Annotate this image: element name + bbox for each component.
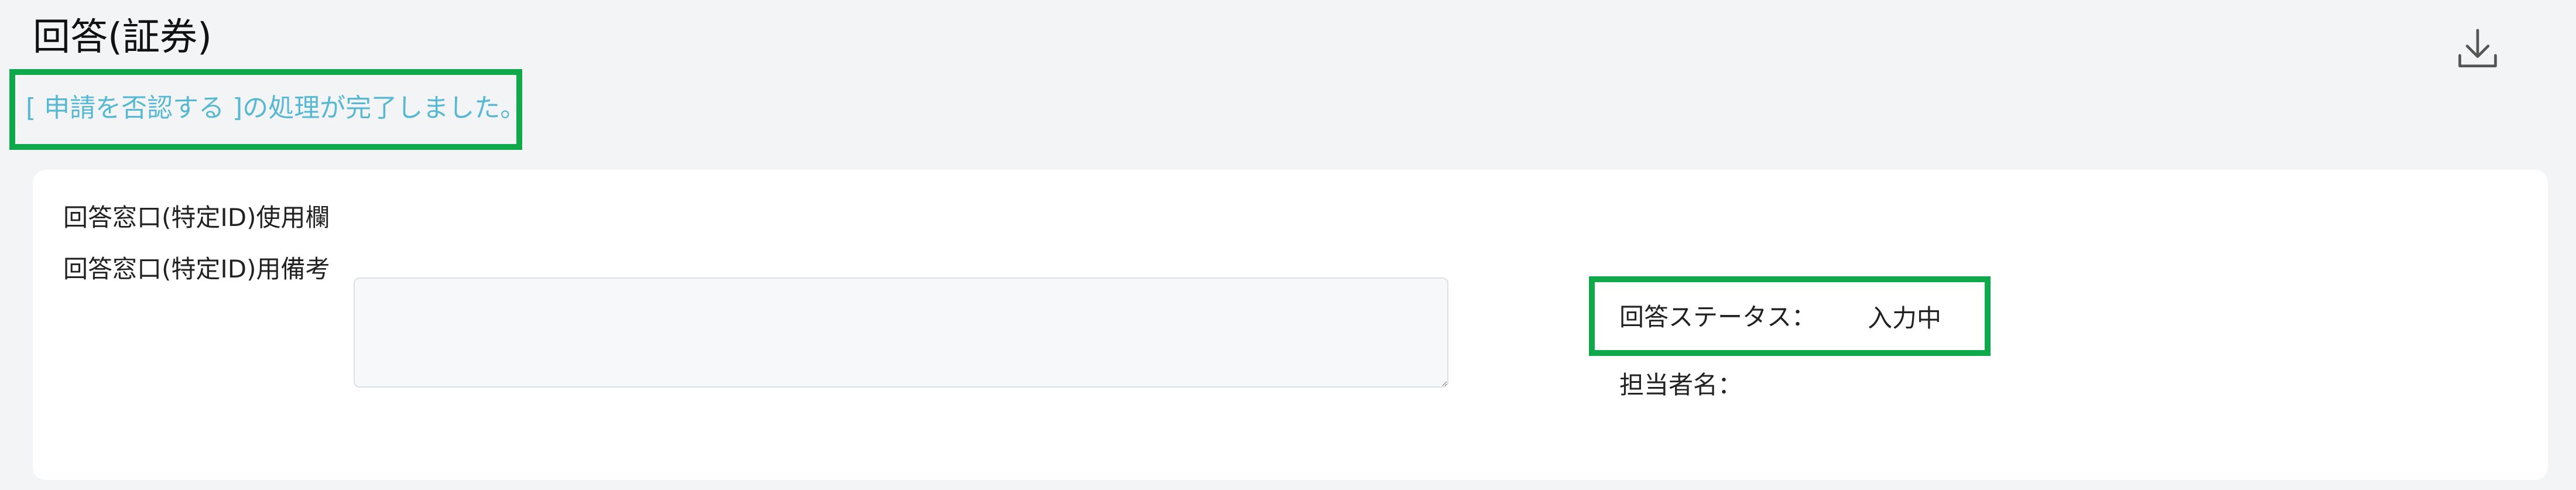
page-title: 回答(証券) xyxy=(33,16,212,59)
remarks-textarea[interactable] xyxy=(354,277,1448,388)
status-message: [ 申請を否認する ]の処理が完了しました。 xyxy=(26,93,526,123)
remarks-field-label: 回答窓口(特定ID)用備考 xyxy=(63,255,330,283)
usage-field-label: 回答窓口(特定ID)使用欄 xyxy=(63,203,330,232)
download-button[interactable] xyxy=(2451,23,2505,77)
response-status-value: 入力中 xyxy=(1868,304,1942,333)
response-status-label: 回答ステータス： xyxy=(1619,303,1817,331)
assignee-label: 担当者名： xyxy=(1619,371,1743,399)
download-icon xyxy=(2452,24,2503,77)
page: 回答(証券) [ 申請を否認する ]の処理が完了しました。 回答窓口(特定ID)… xyxy=(0,0,2576,490)
